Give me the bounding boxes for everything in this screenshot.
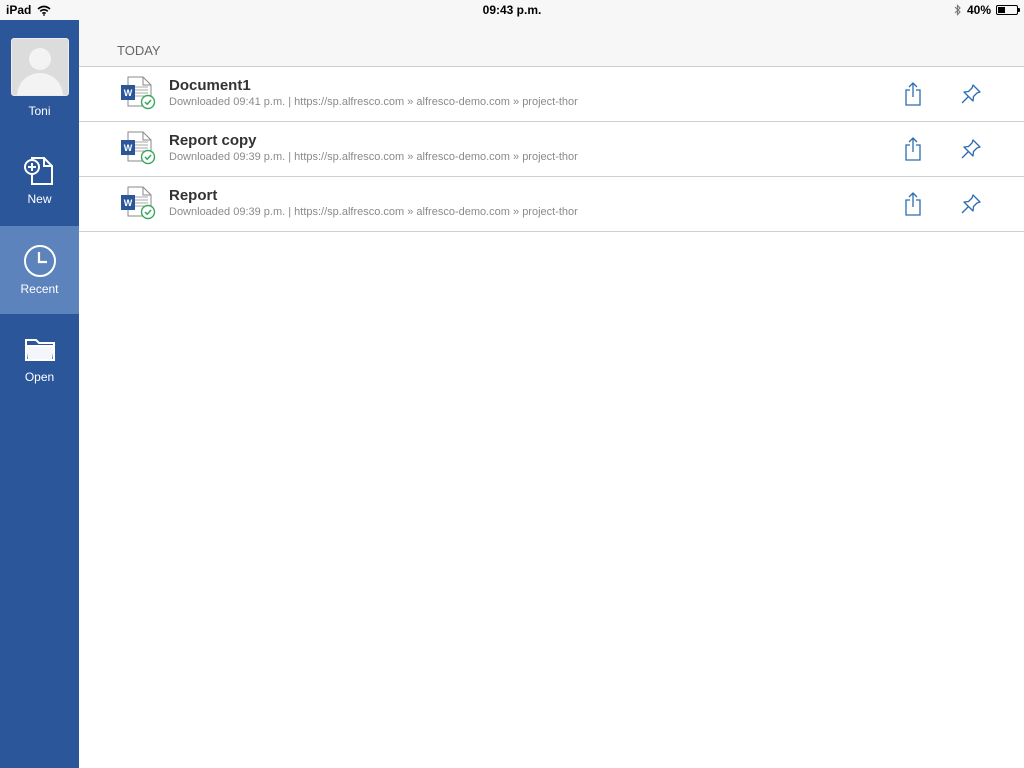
share-button[interactable] — [901, 81, 925, 107]
bluetooth-icon — [954, 4, 961, 16]
battery-icon — [996, 5, 1020, 15]
svg-text:W: W — [124, 198, 133, 208]
clock-icon — [23, 245, 56, 277]
svg-text:W: W — [124, 88, 133, 98]
word-document-icon: W — [121, 186, 156, 220]
word-document-icon: W — [121, 131, 156, 165]
sidebar-item-open[interactable]: Open — [0, 316, 79, 404]
share-button[interactable] — [901, 191, 925, 217]
document-row[interactable]: W Report copy Downloaded 09:39 p.m. | ht… — [79, 122, 1024, 177]
battery-percent: 40% — [966, 3, 991, 17]
clock: 09:43 p.m. — [482, 3, 542, 17]
user-name: Toni — [28, 104, 51, 118]
document-subtitle: Downloaded 09:39 p.m. | https://sp.alfre… — [169, 151, 578, 163]
new-document-icon — [23, 157, 53, 185]
sidebar-item-label: Recent — [20, 282, 59, 296]
document-title: Report copy — [169, 132, 257, 149]
folder-icon — [24, 339, 55, 361]
pin-button[interactable] — [959, 136, 983, 162]
document-row[interactable]: W Document1 Downloaded 09:41 p.m. | http… — [79, 67, 1024, 122]
section-title: TODAY — [117, 43, 161, 58]
document-title: Report — [169, 187, 218, 204]
share-icon — [905, 137, 921, 161]
document-subtitle: Downloaded 09:41 p.m. | https://sp.alfre… — [169, 96, 578, 108]
pin-button[interactable] — [959, 81, 983, 107]
document-subtitle: Downloaded 09:39 p.m. | https://sp.alfre… — [169, 206, 578, 218]
share-icon — [905, 192, 921, 216]
sidebar-item-label: Open — [24, 370, 55, 384]
sidebar-item-recent[interactable]: Recent — [0, 226, 79, 314]
pin-icon — [961, 139, 981, 159]
section-header: TODAY — [79, 20, 1024, 67]
svg-text:W: W — [124, 143, 133, 153]
document-title: Document1 — [169, 77, 251, 94]
sidebar-item-new[interactable]: New — [0, 138, 79, 226]
battery-fill — [998, 7, 1005, 13]
sidebar-item-label: New — [27, 192, 52, 206]
document-row[interactable]: W Report Downloaded 09:39 p.m. | https:/… — [79, 177, 1024, 232]
pin-button[interactable] — [959, 191, 983, 217]
pin-icon — [961, 194, 981, 214]
avatar — [10, 38, 69, 96]
recent-documents-panel: TODAY W Document1 Downloaded 09:41 p.m. … — [79, 20, 1024, 768]
word-document-icon: W — [121, 76, 156, 110]
share-icon — [905, 82, 921, 106]
sidebar: Toni New Recent Open — [0, 20, 79, 768]
status-bar: iPad 09:43 p.m. 40% — [0, 0, 1024, 20]
pin-icon — [961, 84, 981, 104]
share-button[interactable] — [901, 136, 925, 162]
profile-button[interactable]: Toni — [0, 38, 79, 118]
